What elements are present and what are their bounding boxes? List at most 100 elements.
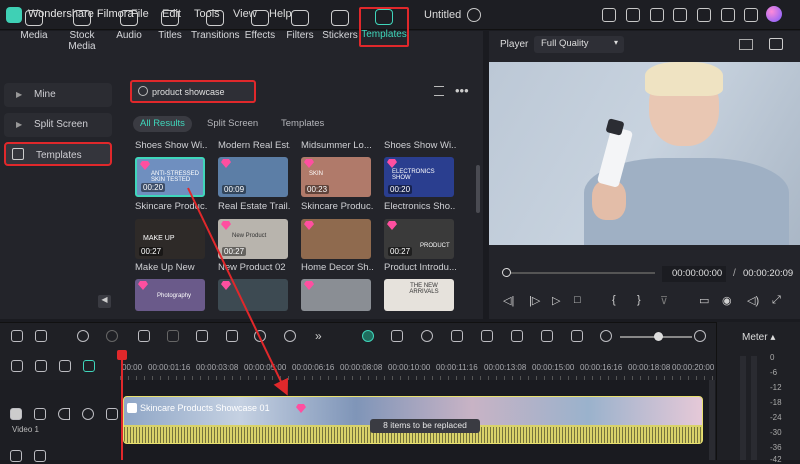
template-card[interactable]: THE NEW ARRIVALS bbox=[384, 279, 454, 311]
select-tool-icon[interactable] bbox=[35, 330, 47, 342]
render-preview-icon[interactable]: ⊽ bbox=[660, 294, 668, 307]
meter-tick: -12 bbox=[770, 383, 782, 392]
track-height-icon[interactable] bbox=[59, 360, 71, 372]
display-icon[interactable]: ▭ bbox=[699, 294, 709, 307]
template-card[interactable] bbox=[218, 279, 288, 311]
avatar[interactable] bbox=[766, 6, 782, 22]
step-back-icon[interactable]: |▷ bbox=[529, 294, 540, 307]
tab-templates[interactable]: Templates bbox=[359, 7, 409, 47]
magnet-icon[interactable] bbox=[83, 360, 95, 372]
cloud-upload-icon[interactable] bbox=[697, 8, 711, 22]
sort-filter-icon[interactable] bbox=[434, 86, 444, 96]
gift-icon[interactable] bbox=[626, 8, 640, 22]
template-card[interactable]: Photography bbox=[135, 279, 205, 311]
monitor-icon[interactable] bbox=[650, 8, 664, 22]
sidebar-item-mine[interactable]: ▶ Mine bbox=[4, 83, 112, 107]
fullscreen-icon[interactable]: ⤢ bbox=[772, 294, 781, 307]
track-label: Video 1 bbox=[12, 425, 39, 434]
support-icon[interactable] bbox=[721, 8, 735, 22]
stop-icon[interactable]: □ bbox=[574, 294, 581, 306]
add-track-icon[interactable] bbox=[11, 360, 23, 372]
scrubber-handle[interactable] bbox=[502, 268, 511, 277]
tab-media[interactable]: Media bbox=[12, 10, 56, 41]
mark-in-icon[interactable]: { bbox=[612, 294, 616, 306]
sidebar-item-split-screen[interactable]: ▶ Split Screen bbox=[4, 113, 112, 137]
undo-icon[interactable] bbox=[77, 330, 89, 342]
mark-out-icon[interactable]: } bbox=[637, 294, 641, 306]
premium-gem-icon bbox=[387, 159, 397, 168]
filter-split-screen[interactable]: Split Screen bbox=[200, 116, 265, 132]
template-card[interactable]: ANTI-STRESSED SKIN TESTED 00:20 bbox=[135, 157, 205, 197]
meter-label[interactable]: Meter ▴ bbox=[742, 332, 775, 343]
search-box[interactable]: product showcase bbox=[130, 80, 256, 103]
premium-gem-icon bbox=[304, 159, 314, 168]
layout-icon[interactable] bbox=[11, 330, 23, 342]
more-options-icon[interactable]: ••• bbox=[455, 83, 469, 98]
template-card[interactable]: New Product 00:27 bbox=[218, 219, 288, 259]
crop-icon[interactable] bbox=[226, 330, 238, 342]
tab-audio[interactable]: Audio bbox=[107, 10, 151, 41]
delete-icon[interactable] bbox=[138, 330, 150, 342]
collapse-sidebar-button[interactable]: ◀ bbox=[98, 295, 111, 308]
folder-icon[interactable] bbox=[34, 450, 46, 462]
tab-filters[interactable]: Filters bbox=[278, 10, 322, 41]
snapshot-image-icon[interactable] bbox=[769, 38, 783, 50]
tab-effects[interactable]: Effects bbox=[238, 10, 282, 41]
template-card[interactable]: ELECTRONICS SHOW 00:20 bbox=[384, 157, 454, 197]
color-icon[interactable] bbox=[254, 330, 266, 342]
mute-icon[interactable] bbox=[58, 408, 70, 420]
microphone-icon[interactable] bbox=[481, 330, 493, 342]
send-icon[interactable] bbox=[602, 8, 616, 22]
keyframe-icon[interactable] bbox=[391, 330, 403, 342]
camera-snapshot-icon[interactable]: ◉ bbox=[722, 294, 732, 307]
more-tools-icon[interactable]: » bbox=[315, 329, 322, 343]
zoom-out-icon[interactable] bbox=[600, 330, 612, 342]
tab-stock-media[interactable]: Stock Media bbox=[57, 10, 107, 52]
volume-icon[interactable]: ◁) bbox=[747, 294, 759, 307]
video-preview[interactable] bbox=[489, 62, 800, 245]
template-card[interactable]: MAKE UP 00:27 bbox=[135, 219, 205, 259]
grid-icon[interactable] bbox=[744, 8, 758, 22]
save-icon[interactable] bbox=[673, 8, 687, 22]
playhead-handle[interactable] bbox=[117, 350, 127, 360]
audio-mixer-icon[interactable] bbox=[511, 330, 523, 342]
playhead[interactable] bbox=[121, 352, 123, 460]
timeline-scrollbar[interactable] bbox=[709, 380, 715, 460]
save-status-icon bbox=[467, 8, 481, 22]
sidebar-item-templates[interactable]: Templates bbox=[4, 142, 112, 166]
pip-icon[interactable] bbox=[571, 330, 583, 342]
template-card[interactable]: SKIN 00:23 bbox=[301, 157, 371, 197]
speed-icon[interactable] bbox=[284, 330, 296, 342]
play-icon[interactable]: ▷ bbox=[552, 294, 560, 307]
folder-icon[interactable] bbox=[34, 408, 46, 420]
marker-icon[interactable] bbox=[421, 330, 433, 342]
text-icon[interactable] bbox=[196, 330, 208, 342]
filter-all-results[interactable]: All Results bbox=[133, 116, 192, 132]
shield-icon[interactable] bbox=[451, 330, 463, 342]
template-card[interactable]: 00:09 bbox=[218, 157, 288, 197]
template-card[interactable]: PRODUCT 00:27 bbox=[384, 219, 454, 259]
tab-titles[interactable]: Titles bbox=[148, 10, 192, 41]
eye-icon[interactable] bbox=[82, 408, 94, 420]
redo-icon[interactable] bbox=[106, 330, 118, 342]
search-input[interactable]: product showcase bbox=[152, 87, 225, 97]
premium-gem-icon bbox=[304, 281, 314, 290]
tab-stickers[interactable]: Stickers bbox=[318, 10, 362, 41]
template-card[interactable] bbox=[301, 219, 371, 259]
filter-templates[interactable]: Templates bbox=[274, 116, 331, 132]
template-card[interactable] bbox=[301, 279, 371, 311]
scrollbar[interactable] bbox=[476, 165, 480, 213]
timeline-clip[interactable]: Skincare Products Showcase 01 8 items to… bbox=[123, 396, 703, 444]
auto-ripple-icon[interactable] bbox=[362, 330, 374, 342]
previous-frame-icon[interactable]: ◁| bbox=[503, 294, 514, 307]
zoom-slider-handle[interactable] bbox=[654, 332, 663, 341]
lock-icon[interactable] bbox=[106, 408, 118, 420]
zoom-in-icon[interactable] bbox=[694, 330, 706, 342]
playback-scrubber[interactable] bbox=[505, 272, 655, 274]
grid-view-icon[interactable] bbox=[739, 39, 753, 50]
quality-select[interactable]: Full Quality ▾ bbox=[534, 36, 624, 53]
tab-transitions[interactable]: Transitions bbox=[191, 10, 240, 41]
split-scissors-icon[interactable] bbox=[167, 330, 179, 342]
subtitle-icon[interactable] bbox=[541, 330, 553, 342]
link-icon[interactable] bbox=[35, 360, 47, 372]
